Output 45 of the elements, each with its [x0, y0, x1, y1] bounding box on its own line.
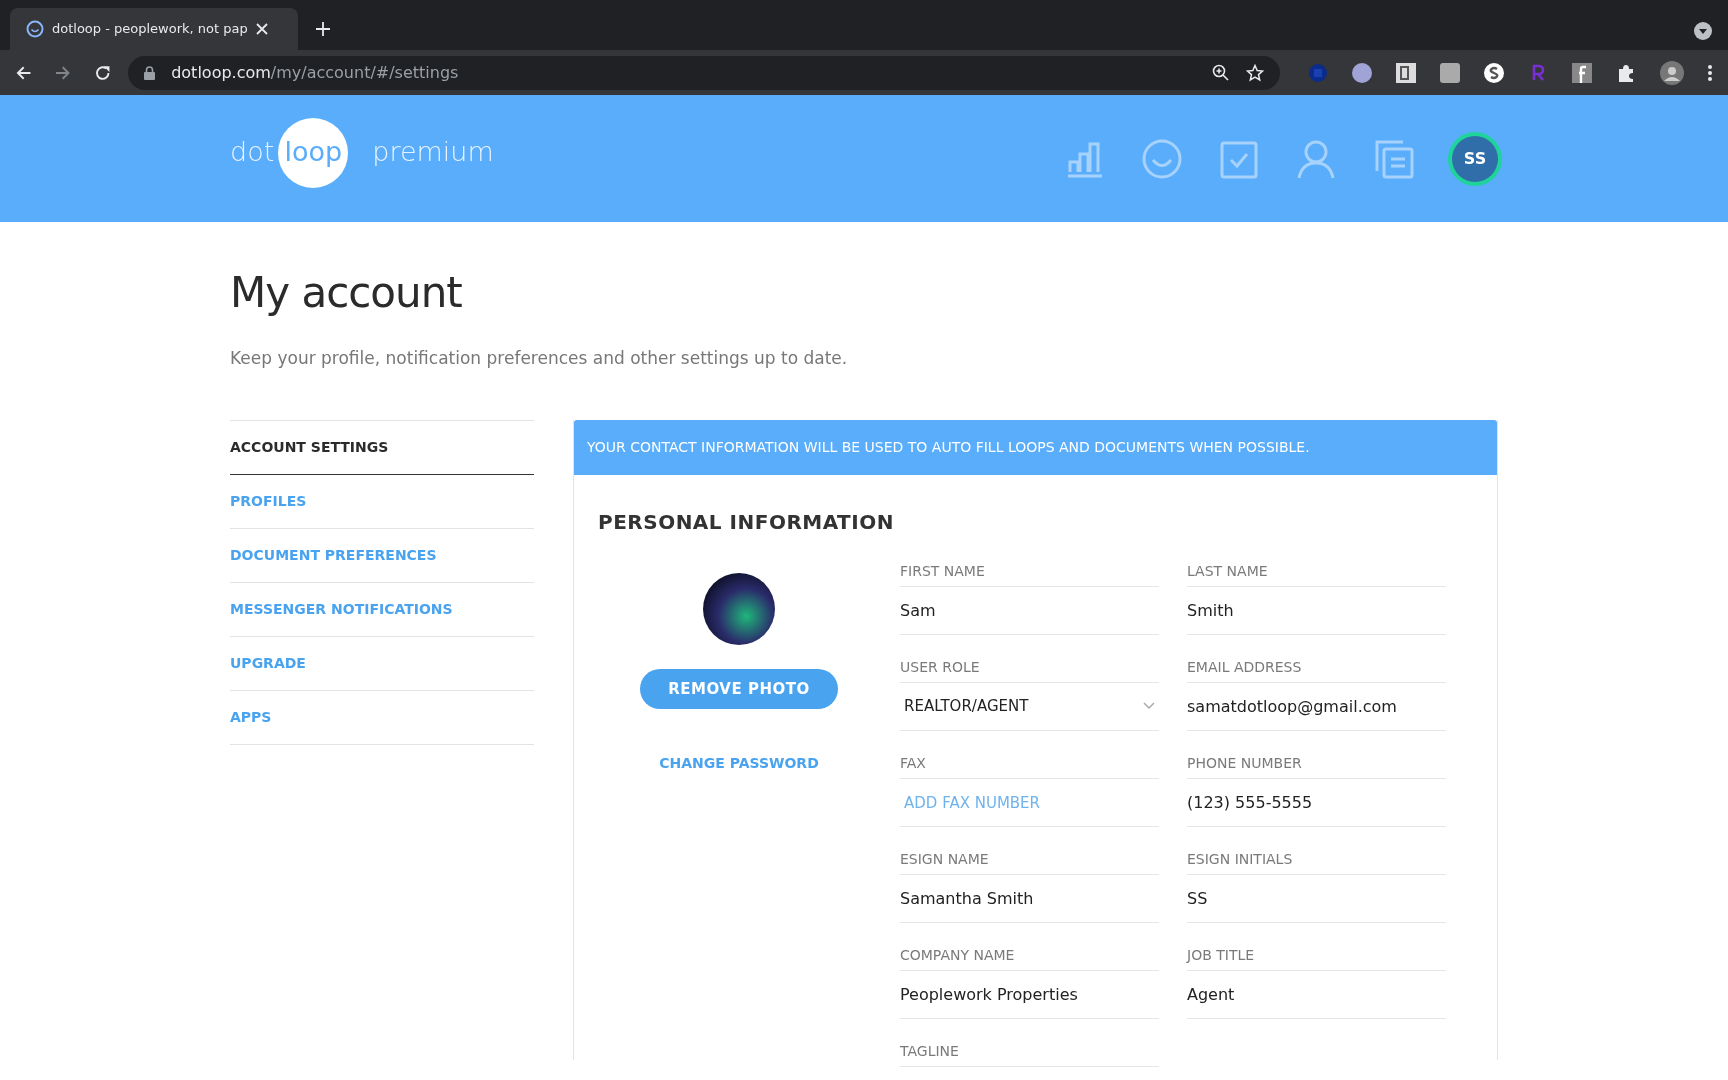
field-label: ESIGN NAME	[900, 848, 1159, 875]
page-title: My account	[230, 268, 463, 319]
input-field[interactable]: Samantha Smith	[900, 874, 1159, 923]
forward-icon[interactable]	[55, 64, 71, 81]
page-subtitle: Keep your profile, notification preferences and other settings up to date.	[230, 347, 849, 371]
select-field[interactable]: REALTOR/AGENT	[900, 682, 1159, 731]
menu-icon[interactable]	[1708, 64, 1712, 81]
tab-title: dotloop - peoplework, not pap	[52, 20, 248, 39]
browser-tab[interactable]: dotloop - peoplework, not pap	[10, 8, 298, 50]
reload-icon[interactable]	[94, 64, 111, 81]
chevron-down-icon	[1143, 702, 1155, 711]
info-banner: YOUR CONTACT INFORMATION WILL BE USED TO AUTO FILL LOOPS AND DOCUMENTS WHEN POSSIBLE.	[574, 419, 1497, 475]
field-label: FAX	[900, 752, 1159, 779]
input-field[interactable]: Agent	[1187, 970, 1446, 1019]
star-icon[interactable]	[1246, 63, 1264, 82]
input-field[interactable]: Sam	[900, 586, 1159, 635]
user-avatar[interactable]: SS	[1452, 135, 1498, 182]
field-label: USER ROLE	[900, 656, 1159, 683]
field-label: PHONE NUMBER	[1187, 752, 1446, 779]
new-tab-icon[interactable]	[316, 22, 330, 36]
field-label: COMPANY NAME	[900, 944, 1159, 971]
input-field[interactable]: SS	[1187, 874, 1446, 923]
field-label: FIRST NAME	[900, 560, 1159, 587]
field-label: JOB TITLE	[1187, 944, 1446, 971]
section-title: PERSONAL INFORMATION	[598, 508, 895, 536]
smiley-icon	[26, 20, 44, 38]
input-field[interactable]: samatdotloop@gmail.com	[1187, 682, 1446, 731]
input-field[interactable]: Smith	[1187, 586, 1446, 635]
back-icon[interactable]	[16, 64, 32, 81]
sidebar-item[interactable]: ACCOUNT SETTINGS	[230, 420, 534, 475]
input-field[interactable]: (123) 555-5555	[1187, 778, 1446, 827]
field-label: LAST NAME	[1187, 560, 1446, 587]
close-icon[interactable]	[255, 23, 268, 35]
url-text: dotloop.com/my/account/#/settings	[171, 61, 460, 84]
input-field[interactable]: Peoplework Properties	[900, 970, 1159, 1019]
selected-value: REALTOR/AGENT	[904, 696, 1029, 718]
field-label: ESIGN INITIALS	[1187, 848, 1446, 875]
field-label: EMAIL ADDRESS	[1187, 656, 1446, 683]
dropdown-icon[interactable]	[1694, 22, 1712, 40]
zoom-icon[interactable]	[1212, 63, 1230, 82]
puzzle-icon[interactable]	[1616, 62, 1636, 83]
address-bar[interactable]: dotloop.com/my/account/#/settings	[128, 55, 1280, 90]
lock-icon	[144, 65, 156, 80]
profile-avatar-icon[interactable]	[1660, 60, 1684, 85]
field-label: TAGLINE	[900, 1040, 1159, 1067]
